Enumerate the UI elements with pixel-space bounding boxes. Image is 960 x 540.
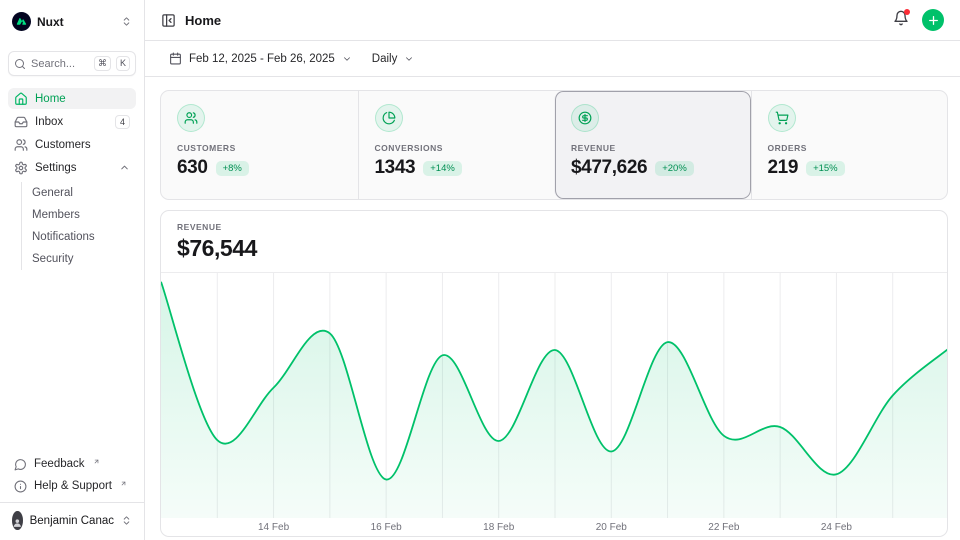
sidebar-item-members[interactable]: Members	[22, 204, 136, 226]
calendar-icon	[169, 52, 182, 65]
avatar	[12, 511, 23, 530]
chart-title: REVENUE	[177, 222, 931, 232]
house-icon	[14, 92, 28, 106]
svg-text:24 Feb: 24 Feb	[821, 522, 853, 533]
cart-icon	[768, 104, 796, 132]
stats-row: CUSTOMERS 630 +8% CONVERSIONS 1343 +14%	[160, 90, 948, 200]
add-button[interactable]	[922, 9, 944, 31]
external-link-icon	[120, 480, 127, 487]
stat-card-conversions[interactable]: CONVERSIONS 1343 +14%	[358, 91, 555, 199]
stat-delta-badge: +14%	[423, 161, 462, 176]
collapse-sidebar-icon[interactable]	[161, 13, 176, 28]
stat-delta-badge: +15%	[806, 161, 845, 176]
chevron-down-icon	[342, 54, 352, 64]
filters-toolbar: Feb 12, 2025 - Feb 26, 2025 Daily	[145, 41, 960, 77]
plus-icon	[927, 14, 940, 27]
chevrons-up-down-icon	[121, 16, 132, 27]
stat-value: $477,626	[571, 157, 647, 179]
workspace-switcher[interactable]: Nuxt	[8, 8, 136, 35]
stat-card-orders[interactable]: ORDERS 219 +15%	[751, 91, 948, 199]
revenue-chart-card: REVENUE $76,544 14 Feb 16 Feb 18 Feb 20 Feb…	[160, 210, 948, 537]
svg-text:16 Feb: 16 Feb	[371, 522, 403, 533]
chevron-up-icon	[119, 162, 130, 173]
dashboard-app: Nuxt Search... ⌘ K Home	[0, 0, 960, 540]
stat-label: CONVERSIONS	[375, 143, 539, 153]
date-range-picker[interactable]: Feb 12, 2025 - Feb 26, 2025	[161, 47, 360, 70]
svg-text:22 Feb: 22 Feb	[708, 522, 740, 533]
date-range-value: Feb 12, 2025 - Feb 26, 2025	[189, 53, 335, 65]
kbd-cmd: ⌘	[94, 56, 111, 71]
page-title: Home	[185, 13, 221, 28]
user-menu[interactable]: Benjamin Canac	[8, 503, 136, 532]
nuxt-logo-icon	[12, 12, 31, 31]
search-input[interactable]: Search... ⌘ K	[8, 51, 136, 76]
stat-label: REVENUE	[571, 143, 735, 153]
workspace-name: Nuxt	[37, 15, 115, 29]
sidebar-item-label: Settings	[35, 162, 77, 174]
stat-label: CUSTOMERS	[177, 143, 342, 153]
stat-label: ORDERS	[768, 143, 932, 153]
stat-value: 630	[177, 157, 208, 179]
svg-text:14 Feb: 14 Feb	[258, 522, 290, 533]
sidebar: Nuxt Search... ⌘ K Home	[0, 0, 145, 540]
sidebar-item-general[interactable]: General	[22, 182, 136, 204]
sidebar-item-label: Home	[35, 93, 66, 105]
svg-text:20 Feb: 20 Feb	[596, 522, 628, 533]
stat-delta-badge: +8%	[216, 161, 249, 176]
stat-card-customers[interactable]: CUSTOMERS 630 +8%	[161, 91, 358, 199]
revenue-area-chart[interactable]: 14 Feb 16 Feb 18 Feb 20 Feb 22 Feb 24 Feb	[161, 272, 947, 536]
chevrons-up-down-icon	[121, 515, 132, 526]
info-circle-icon	[14, 480, 27, 493]
pie-chart-icon	[375, 104, 403, 132]
stat-delta-badge: +20%	[655, 161, 694, 176]
users-icon	[14, 138, 28, 152]
feedback-label: Feedback	[34, 458, 85, 470]
external-link-icon	[93, 458, 100, 465]
sidebar-footer-links: Feedback Help & Support	[8, 454, 136, 502]
stat-value: 1343	[375, 157, 416, 179]
chevron-down-icon	[404, 54, 414, 64]
search-icon	[14, 58, 26, 70]
sidebar-item-home[interactable]: Home	[8, 88, 136, 109]
sidebar-item-inbox[interactable]: Inbox 4	[8, 111, 136, 132]
sidebar-item-customers[interactable]: Customers	[8, 134, 136, 155]
sidebar-item-settings[interactable]: Settings	[8, 157, 136, 178]
chart-total-value: $76,544	[177, 235, 931, 262]
kbd-k: K	[116, 56, 130, 71]
notification-dot	[904, 9, 910, 15]
period-select[interactable]: Daily	[364, 48, 423, 70]
settings-submenu: General Members Notifications Security	[21, 182, 136, 270]
feedback-link[interactable]: Feedback	[8, 454, 136, 474]
sidebar-item-label: Customers	[35, 139, 91, 151]
search-placeholder: Search...	[31, 58, 89, 70]
notifications-button[interactable]	[893, 10, 909, 31]
sidebar-item-label: Inbox	[35, 116, 63, 128]
help-support-label: Help & Support	[34, 480, 112, 492]
message-bubble-icon	[14, 458, 27, 471]
sidebar-item-notifications[interactable]: Notifications	[22, 226, 136, 248]
inbox-icon	[14, 115, 28, 129]
sidebar-nav: Home Inbox 4 Customers Setting	[8, 88, 136, 270]
inbox-count-badge: 4	[115, 115, 130, 129]
gear-icon	[14, 161, 28, 175]
svg-text:18 Feb: 18 Feb	[483, 522, 515, 533]
period-value: Daily	[372, 53, 398, 65]
dashboard-content: CUSTOMERS 630 +8% CONVERSIONS 1343 +14%	[145, 77, 960, 537]
users-icon	[177, 104, 205, 132]
circle-dollar-icon	[571, 104, 599, 132]
sidebar-item-security[interactable]: Security	[22, 248, 136, 270]
page-header: Home	[145, 0, 960, 41]
help-support-link[interactable]: Help & Support	[8, 476, 136, 496]
user-name: Benjamin Canac	[30, 515, 114, 527]
stat-card-revenue[interactable]: REVENUE $477,626 +20%	[554, 91, 751, 199]
area-chart-svg: 14 Feb 16 Feb 18 Feb 20 Feb 22 Feb 24 Feb	[161, 273, 948, 536]
stat-value: 219	[768, 157, 799, 179]
main-area: Home Feb 12, 2025 - Feb 26, 202	[145, 0, 960, 540]
